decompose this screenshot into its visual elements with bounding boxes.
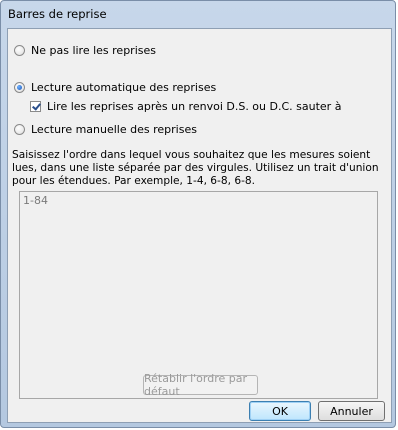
window-title: Barres de reprise [8,7,107,21]
repeat-order-textarea[interactable]: 1-84 [19,191,378,399]
radio-manual-repeats-label: Lecture manuelle des reprises [31,123,197,136]
dialog-client-area: Ne pas lire les reprises Lecture automat… [7,28,392,423]
repeat-order-value: 1-84 [23,194,48,207]
radio-manual-repeats-circle[interactable] [14,124,25,135]
radio-auto-repeats-circle[interactable] [14,82,25,93]
checkbox-ds-dc-label: Lire les reprises après un renvoi D.S. o… [47,100,342,113]
radio-no-repeats-label: Ne pas lire les reprises [31,44,156,57]
checkbox-ds-dc[interactable]: Lire les reprises après un renvoi D.S. o… [30,100,341,113]
radio-auto-repeats-label: Lecture automatique des reprises [31,81,217,94]
radio-no-repeats-circle[interactable] [14,45,25,56]
title-bar[interactable]: Barres de reprise [1,1,395,27]
reset-order-button[interactable]: Rétablir l'ordre par défaut [143,372,258,398]
ok-button[interactable]: OK [249,401,311,421]
radio-auto-repeats[interactable]: Lecture automatique des reprises [14,81,216,94]
radio-manual-repeats[interactable]: Lecture manuelle des reprises [14,123,197,136]
order-instructions: Saisissez l'ordre dans lequel vous souha… [12,149,379,187]
cancel-button[interactable]: Annuler [318,401,385,421]
radio-no-repeats[interactable]: Ne pas lire les reprises [14,44,156,57]
checkbox-ds-dc-box[interactable] [30,101,41,112]
dialog-window: Barres de reprise Ne pas lire les repris… [0,0,396,428]
